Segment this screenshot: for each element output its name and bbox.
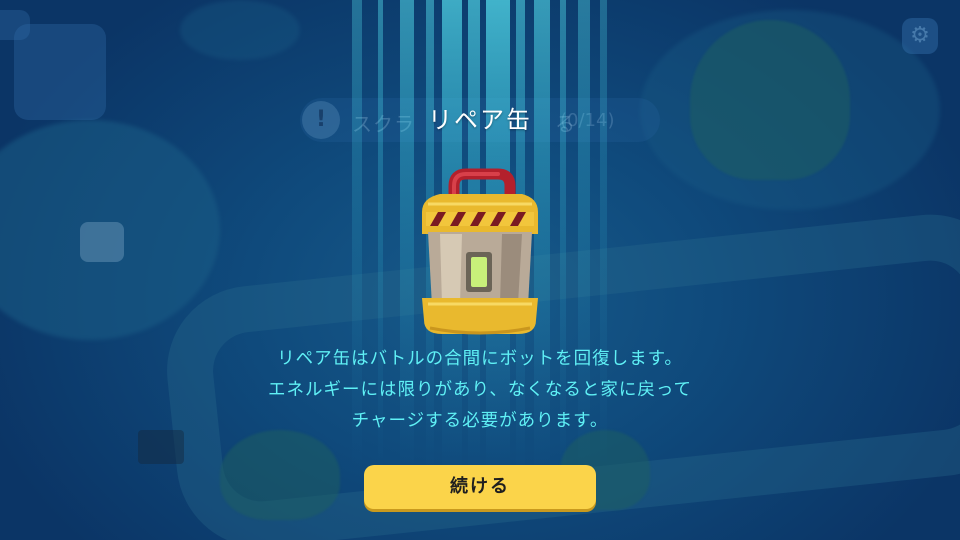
continue-button[interactable]: 続ける	[364, 465, 596, 509]
background-rock	[180, 0, 300, 60]
background-tree	[220, 430, 340, 520]
gear-icon[interactable]: ⚙	[902, 18, 938, 54]
item-description: リペア缶はバトルの合間にボットを回復します。 エネルギーには限りがあり、なくなる…	[0, 344, 960, 437]
description-line: リペア缶はバトルの合間にボットを回復します。	[277, 349, 683, 369]
description-line: チャージする必要があります。	[351, 411, 609, 431]
modal-title: リペア缶	[428, 106, 532, 134]
description-line: エネルギーには限りがあり、なくなると家に戻って	[268, 380, 692, 400]
robot-icon	[80, 222, 124, 262]
repair-can-icon	[422, 168, 538, 335]
game-screen: ⚙ ! スクラる (0/14) リペア缶 リペア缶はバトルの合間にボットを回復し…	[0, 0, 960, 540]
